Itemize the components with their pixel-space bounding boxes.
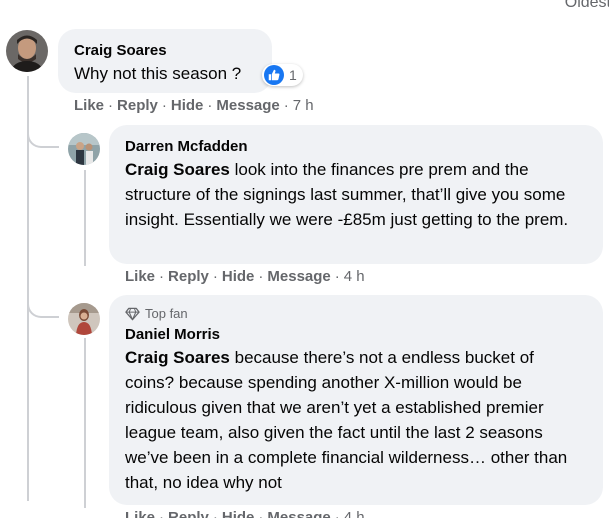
message-button[interactable]: Message [216, 97, 279, 114]
avatar[interactable] [6, 30, 48, 72]
comment-actions: Like · Reply · Hide · Message · 4 h [125, 268, 365, 285]
mention-link[interactable]: Craig Soares [125, 348, 230, 367]
reply-button[interactable]: Reply [168, 509, 209, 518]
thumbs-up-icon [268, 69, 280, 81]
person-icon [68, 133, 100, 165]
comment-author[interactable]: Daniel Morris [125, 326, 587, 344]
comment-text: Craig Soares because there’s not a endle… [125, 345, 587, 495]
thread-line [84, 338, 86, 508]
avatar[interactable] [68, 303, 100, 335]
like-button[interactable]: Like [74, 97, 104, 114]
comment-actions: Like · Reply · Hide · Message · 4 h [125, 509, 365, 518]
comments-panel: Oldest Craig Soares Why not this season … [0, 0, 609, 518]
comment-time[interactable]: 4 h [344, 509, 365, 518]
comment-author[interactable]: Darren Mcfadden [125, 138, 587, 156]
comment-text-body: because there’s not a endless bucket of … [125, 348, 568, 492]
thread-curve [27, 296, 59, 318]
thread-curve [27, 126, 59, 148]
comment-text-body: Why not this season ? [74, 64, 242, 83]
comment-bubble: Top fan Daniel Morris Craig Soares becau… [109, 295, 603, 505]
reply-button[interactable]: Reply [168, 268, 209, 285]
comment-time[interactable]: 7 h [293, 97, 314, 114]
comment-bubble: Craig Soares Why not this season ? [58, 29, 272, 93]
like-button[interactable]: Like [125, 268, 155, 285]
message-button[interactable]: Message [267, 509, 330, 518]
top-fan-badge[interactable]: Top fan [125, 306, 587, 322]
reply-button[interactable]: Reply [117, 97, 158, 114]
comment-text: Craig Soares look into the finances pre … [125, 157, 587, 232]
message-button[interactable]: Message [267, 268, 330, 285]
comment-bubble: Darren Mcfadden Craig Soares look into t… [109, 125, 603, 264]
reaction-badge[interactable]: 1 [262, 64, 303, 86]
comment-text: Why not this season ? [74, 61, 257, 86]
comment-time[interactable]: 4 h [344, 268, 365, 285]
person-icon [6, 30, 48, 72]
badge-label: Top fan [145, 306, 188, 321]
person-icon [68, 303, 100, 335]
comment-author[interactable]: Craig Soares [74, 42, 257, 60]
thread-line [84, 170, 86, 266]
hide-button[interactable]: Hide [222, 268, 255, 285]
comment-actions: Like · Reply · Hide · Message · 7 h [74, 97, 314, 114]
like-button[interactable]: Like [125, 509, 155, 518]
hide-button[interactable]: Hide [222, 509, 255, 518]
reaction-count: 1 [289, 67, 297, 83]
like-reaction-icon [264, 65, 284, 85]
avatar[interactable] [68, 133, 100, 165]
diamond-icon [125, 307, 140, 321]
hide-button[interactable]: Hide [171, 97, 204, 114]
mention-link[interactable]: Craig Soares [125, 160, 230, 179]
sort-dropdown[interactable]: Oldest [565, 0, 609, 12]
